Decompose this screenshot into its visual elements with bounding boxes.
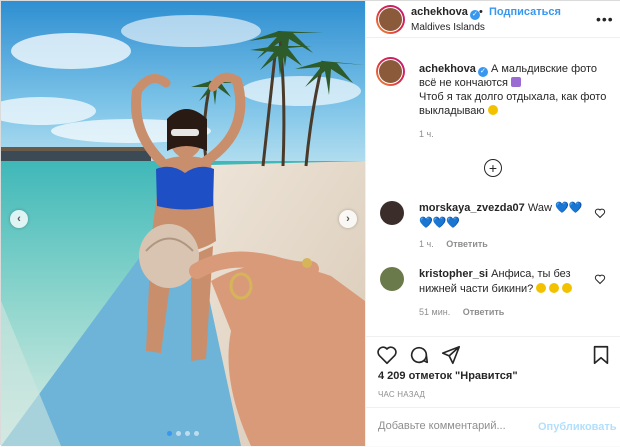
post-details-panel: achekhova ✓ • Подписаться Maldives Island…	[365, 1, 620, 446]
header-separator: •	[479, 6, 483, 18]
comment-meta: 51 мин. Ответить	[419, 307, 514, 317]
reply-button[interactable]: Ответить	[446, 239, 488, 249]
caption-text-1: А мальдивские фото	[490, 63, 598, 75]
carousel-prev-button[interactable]: ‹	[10, 210, 28, 228]
post-photo[interactable]: ‹ ›	[1, 1, 365, 446]
caption-avatar[interactable]	[376, 57, 405, 86]
carousel-dot	[185, 431, 190, 436]
plus-circle-icon[interactable]: +	[484, 159, 502, 177]
blue-heart-emoji-icon: 💙💙	[554, 202, 583, 214]
more-horizontal-icon[interactable]: •••	[596, 11, 614, 27]
comment-text: kristopher_si Анфиса, ты без нижней част…	[419, 267, 599, 297]
carousel-dot	[176, 431, 181, 436]
publish-button[interactable]: Опубликовать	[538, 421, 617, 433]
carousel-next-button[interactable]: ›	[339, 210, 357, 228]
comment-icon[interactable]	[408, 344, 430, 366]
woman-emoji-icon	[511, 77, 522, 87]
comment-body: Waw	[527, 202, 552, 214]
caption-text-3: Чтоб я так долго отдыхала, как фото	[419, 91, 607, 103]
caption-time: 1 ч.	[419, 129, 434, 139]
comment-username[interactable]: kristopher_si	[419, 268, 488, 280]
comment-body: Анфиса, ты без	[491, 268, 571, 280]
commenter-avatar[interactable]	[380, 267, 404, 291]
caption-username[interactable]: achekhova	[419, 63, 476, 75]
bookmark-icon[interactable]	[590, 344, 612, 366]
add-comment-bar: Опубликовать	[366, 407, 620, 447]
follow-button[interactable]: Подписаться	[489, 6, 561, 18]
heart-icon[interactable]	[594, 207, 606, 219]
likes-count[interactable]: 4 209 отметок "Нравится"	[378, 370, 518, 382]
smile-emoji-icon	[562, 283, 573, 293]
heart-icon[interactable]	[376, 344, 398, 366]
comment-username[interactable]: morskaya_zvezda07	[419, 202, 525, 214]
post-actions: 4 209 отметок "Нравится" ЧАС НАЗАД Опубл…	[366, 336, 620, 446]
comment-time: 1 ч.	[419, 239, 434, 249]
carousel-dot	[167, 431, 172, 436]
reply-button[interactable]: Ответить	[463, 307, 505, 317]
instagram-post: ‹ › achekhova ✓ • Подписаться Maldives Is…	[0, 0, 620, 446]
commenter-avatar[interactable]	[380, 201, 404, 225]
comment-item: morskaya_zvezda07 Waw 💙💙 💙💙💙 1 ч. Ответи…	[374, 201, 614, 261]
carousel-dots	[167, 431, 199, 436]
comment-body-2: нижней части бикини?	[419, 283, 534, 295]
comment-time: 51 мин.	[419, 307, 451, 317]
smile-emoji-icon	[549, 283, 560, 293]
heart-icon[interactable]	[594, 273, 606, 285]
author-username[interactable]: achekhova ✓	[411, 6, 480, 20]
author-username-text[interactable]: achekhova	[411, 6, 468, 18]
post-timestamp[interactable]: ЧАС НАЗАД	[378, 390, 425, 399]
caption-text-4: выкладываю	[419, 105, 485, 117]
beach-photo-illustration	[1, 1, 365, 446]
caption-first-line: achekhova ✓ А мальдивские фото	[419, 62, 619, 77]
blue-heart-emoji-icon: 💙💙💙	[419, 217, 461, 229]
post-location[interactable]: Maldives Islands	[411, 22, 485, 33]
comment-input[interactable]	[378, 420, 528, 432]
grimace-emoji-icon	[487, 105, 498, 115]
share-icon[interactable]	[440, 344, 462, 366]
caption-text-2: всё не кончаются	[419, 77, 508, 89]
comment-item: kristopher_si Анфиса, ты без нижней част…	[374, 267, 614, 327]
post-header: achekhova ✓ • Подписаться Maldives Island…	[366, 1, 620, 38]
author-avatar[interactable]	[376, 5, 405, 34]
comment-meta: 1 ч. Ответить	[419, 239, 498, 249]
caption-continued: всё не кончаются Чтоб я так долго отдыха…	[419, 76, 619, 118]
smile-emoji-icon	[536, 283, 547, 293]
comment-text: morskaya_zvezda07 Waw 💙💙 💙💙💙	[419, 201, 599, 231]
carousel-dot	[194, 431, 199, 436]
